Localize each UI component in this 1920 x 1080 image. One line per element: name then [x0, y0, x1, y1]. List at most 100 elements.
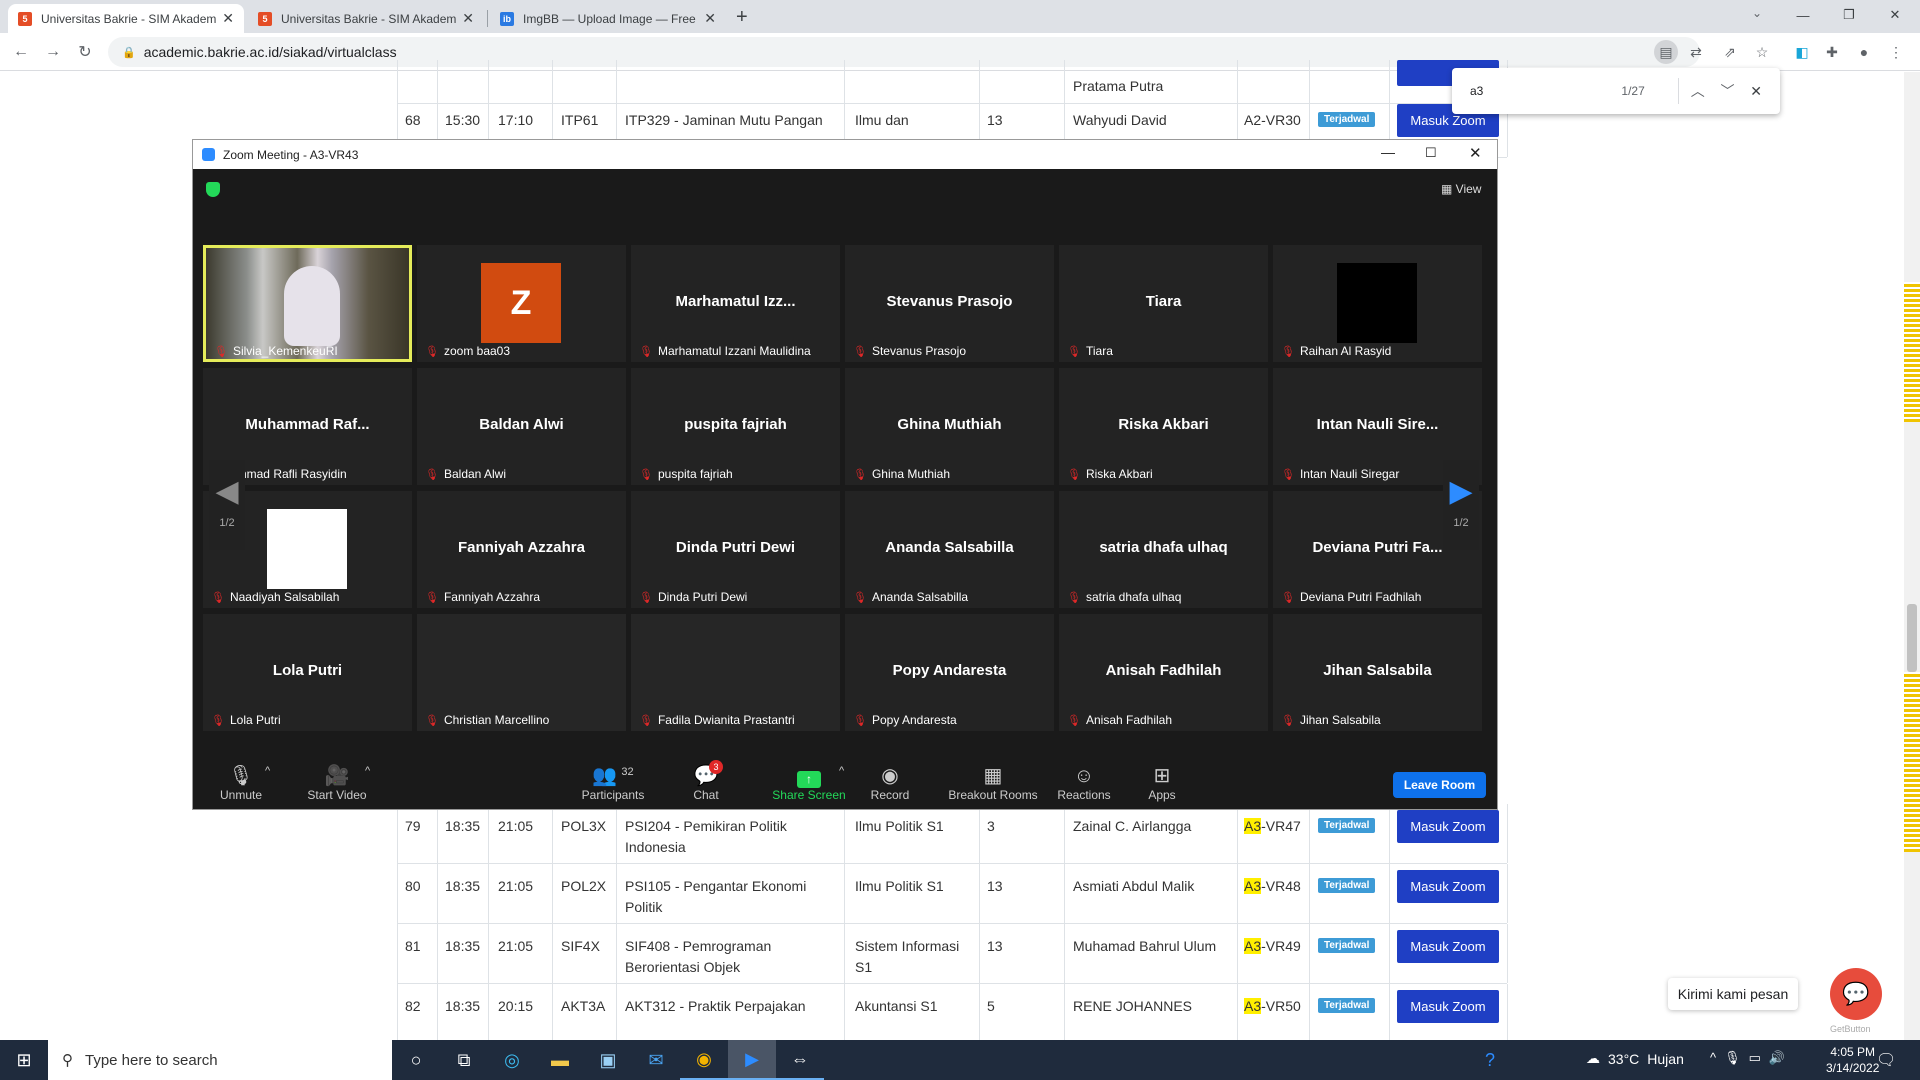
- participant-display-name: Jihan Salsabila: [1323, 662, 1432, 679]
- participant-tile[interactable]: Stevanus Prasojo 🎙 Stevanus Prasojo: [845, 245, 1054, 362]
- prev-page-button[interactable]: ◀ 1/2: [209, 460, 245, 550]
- tray-chevron-icon[interactable]: ^: [1710, 1050, 1724, 1065]
- participant-tile[interactable]: puspita fajriah 🎙 puspita fajriah: [631, 368, 840, 485]
- audio-options-caret[interactable]: ^: [265, 765, 270, 777]
- breakout-rooms-button[interactable]: ▦ Breakout Rooms: [943, 760, 1043, 808]
- teamviewer-icon[interactable]: ⇔: [776, 1040, 824, 1080]
- weather-widget[interactable]: ☁ 33°C Hujan: [1586, 1050, 1684, 1067]
- cortana-icon[interactable]: ○: [392, 1040, 440, 1080]
- windows-start-icon[interactable]: ⊞: [0, 1040, 48, 1080]
- close-tab-icon[interactable]: ✕: [462, 10, 474, 27]
- participant-tile[interactable]: Popy Andaresta 🎙 Popy Andaresta: [845, 614, 1054, 731]
- page-scrollbar[interactable]: [1904, 72, 1920, 1040]
- masuk-zoom-button[interactable]: Masuk Zoom: [1397, 990, 1499, 1023]
- chrome-icon[interactable]: ◉: [680, 1040, 728, 1080]
- profile-avatar-icon[interactable]: ●: [1852, 40, 1876, 64]
- view-button[interactable]: ▦ View: [1441, 182, 1481, 196]
- masuk-zoom-button[interactable]: Masuk Zoom: [1397, 930, 1499, 963]
- next-page-button[interactable]: ▶ 1/2: [1443, 460, 1479, 550]
- zoom-taskbar-icon[interactable]: ▶: [728, 1040, 776, 1080]
- taskbar-search-box[interactable]: ⚲ Type here to search: [48, 1040, 392, 1080]
- help-icon[interactable]: ?: [1466, 1040, 1514, 1080]
- participant-tile[interactable]: Marhamatul Izz... 🎙 Marhamatul Izzani Maul…: [631, 245, 840, 362]
- participant-tile[interactable]: Fanniyah Azzahra 🎙 Fanniyah Azzahra: [417, 491, 626, 608]
- tab-siakad-2[interactable]: 5 Universitas Bakrie - SIM Akadem ✕: [248, 4, 484, 33]
- mail-icon[interactable]: ✉: [632, 1040, 680, 1080]
- zoom-maximize-button[interactable]: ☐: [1425, 145, 1437, 161]
- share-options-caret[interactable]: ^: [839, 765, 844, 777]
- participant-tile[interactable]: Z 🎙 zoom baa03: [417, 245, 626, 362]
- masuk-zoom-button[interactable]: Masuk Zoom: [1397, 870, 1499, 903]
- menu-kebab-icon[interactable]: ⋮: [1884, 40, 1908, 64]
- participant-tile[interactable]: Baldan Alwi 🎙 Baldan Alwi: [417, 368, 626, 485]
- scrollbar-thumb[interactable]: [1907, 604, 1917, 672]
- store-icon[interactable]: ▣: [584, 1040, 632, 1080]
- bookmark-star-icon[interactable]: ☆: [1750, 40, 1774, 64]
- translate-icon[interactable]: ⇄: [1684, 40, 1708, 64]
- apps-button[interactable]: ⊞ Apps: [1137, 760, 1187, 808]
- record-button[interactable]: ◉ Record: [865, 760, 915, 808]
- edge-icon[interactable]: ◎: [488, 1040, 536, 1080]
- find-input[interactable]: a3: [1470, 84, 1609, 98]
- participants-button[interactable]: 👥 32 Participants: [573, 760, 653, 808]
- extension-icon[interactable]: ◧: [1790, 40, 1814, 64]
- participant-tile[interactable]: 🎙 Silvia_KemenkeuRI: [203, 245, 412, 362]
- share-icon[interactable]: ⇗: [1718, 40, 1742, 64]
- participant-tile[interactable]: Anisah Fadhilah 🎙 Anisah Fadhilah: [1059, 614, 1268, 731]
- restore-button[interactable]: ❐: [1826, 0, 1872, 30]
- clock[interactable]: 4:05 PM 3/14/2022: [1826, 1044, 1879, 1076]
- volume-icon[interactable]: 🔊: [1769, 1050, 1793, 1065]
- participant-tile[interactable]: satria dhafa ulhaq 🎙 satria dhafa ulhaq: [1059, 491, 1268, 608]
- close-tab-icon[interactable]: ✕: [222, 10, 234, 27]
- arrow-left-icon: ◀: [215, 475, 239, 508]
- chat-widget-icon[interactable]: 💬: [1830, 968, 1882, 1020]
- new-tab-button[interactable]: +: [736, 6, 748, 29]
- tab-search-icon[interactable]: ⌄: [1752, 6, 1762, 20]
- participant-display-name: Marhamatul Izz...: [675, 293, 796, 310]
- participant-tile[interactable]: Tiara 🎙 Tiara: [1059, 245, 1268, 362]
- file-explorer-icon[interactable]: ▬: [536, 1040, 584, 1080]
- notifications-icon[interactable]: 🗨: [1876, 1050, 1896, 1070]
- zoom-close-button[interactable]: ✕: [1469, 144, 1482, 162]
- forward-button[interactable]: →: [40, 39, 66, 65]
- find-in-page-icon[interactable]: ▤: [1654, 40, 1678, 64]
- leave-room-button[interactable]: Leave Room: [1393, 772, 1486, 798]
- video-options-caret[interactable]: ^: [365, 765, 370, 777]
- breakout-rooms-icon: ▦: [983, 765, 1003, 787]
- unmute-button[interactable]: 🎙 Unmute: [211, 760, 271, 808]
- participant-tile[interactable]: Ghina Muthiah 🎙 Ghina Muthiah: [845, 368, 1054, 485]
- masuk-zoom-button[interactable]: Masuk Zoom: [1397, 810, 1499, 843]
- reactions-button[interactable]: ☺ Reactions: [1049, 760, 1119, 808]
- participant-tile[interactable]: Lola Putri 🎙 Lola Putri: [203, 614, 412, 731]
- reload-button[interactable]: ↻: [72, 39, 98, 65]
- back-button[interactable]: ←: [8, 39, 34, 65]
- extensions-puzzle-icon[interactable]: ✚: [1820, 40, 1844, 64]
- participant-tile[interactable]: Jihan Salsabila 🎙 Jihan Salsabila: [1273, 614, 1482, 731]
- minimize-button[interactable]: —: [1780, 0, 1826, 30]
- security-shield-icon[interactable]: [206, 182, 220, 197]
- close-tab-icon[interactable]: ✕: [704, 10, 716, 27]
- zoom-minimize-button[interactable]: —: [1381, 144, 1395, 160]
- tab-siakad-1[interactable]: 5 Universitas Bakrie - SIM Akadem ✕: [8, 4, 244, 33]
- close-window-button[interactable]: ✕: [1872, 0, 1918, 30]
- page-indicator-right: 1/2: [1453, 517, 1469, 529]
- network-icon[interactable]: ▭: [1749, 1050, 1769, 1065]
- chat-widget-tooltip[interactable]: Kirimi kami pesan: [1668, 978, 1798, 1010]
- chat-button[interactable]: 💬 3 Chat: [681, 760, 731, 808]
- participant-tile[interactable]: 🎙 Raihan Al Rasyid: [1273, 245, 1482, 362]
- tab-imgbb[interactable]: ib ImgBB — Upload Image — Free ✕: [490, 4, 726, 33]
- system-tray[interactable]: ^🎙▭🔊: [1710, 1050, 1793, 1066]
- course-cell: PSI105 - Pengantar Ekonomi Politik: [625, 878, 807, 915]
- participant-tile[interactable]: Ananda Salsabilla 🎙 Ananda Salsabilla: [845, 491, 1054, 608]
- find-close-icon[interactable]: ✕: [1750, 83, 1780, 100]
- participant-tile[interactable]: 🎙 Christian Marcellino: [417, 614, 626, 731]
- participant-tile[interactable]: 🎙 Fadila Dwianita Prastantri: [631, 614, 840, 731]
- grid-icon: ▦: [1441, 182, 1456, 196]
- find-next-icon[interactable]: ﹀: [1721, 81, 1751, 101]
- participant-tile[interactable]: Riska Akbari 🎙 Riska Akbari: [1059, 368, 1268, 485]
- participant-tile[interactable]: Dinda Putri Dewi 🎙 Dinda Putri Dewi: [631, 491, 840, 608]
- mic-icon[interactable]: 🎙: [1724, 1050, 1749, 1065]
- task-view-icon[interactable]: ⧉: [440, 1040, 488, 1080]
- share-screen-button[interactable]: ↑ Share Screen: [769, 760, 849, 808]
- find-previous-icon[interactable]: ︿: [1691, 81, 1721, 101]
